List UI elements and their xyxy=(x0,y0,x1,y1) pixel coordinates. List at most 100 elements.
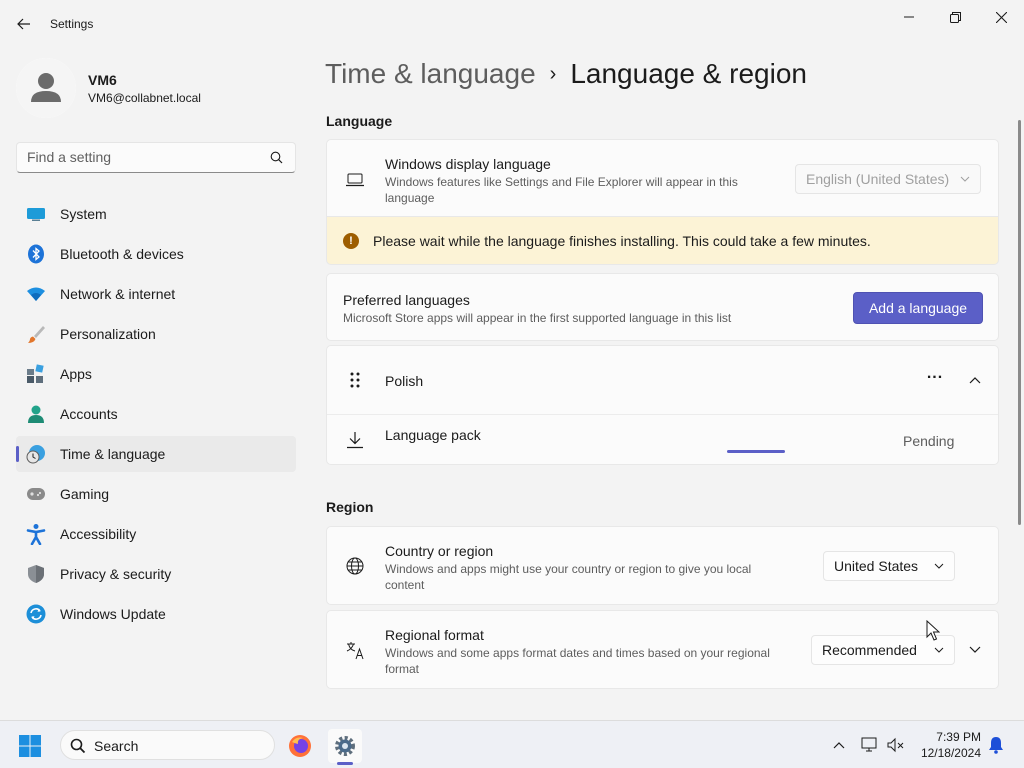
regional-format-desc-line1: Windows and some apps format dates and t… xyxy=(385,646,770,660)
minimize-button[interactable] xyxy=(886,4,932,30)
regional-format-icon xyxy=(345,640,365,660)
main-scrollbar[interactable] xyxy=(1018,120,1021,525)
wifi-icon xyxy=(26,284,46,304)
install-warning-text: Please wait while the language finishes … xyxy=(373,233,871,249)
avatar[interactable] xyxy=(16,58,76,118)
clock-time[interactable]: 7:39 PM xyxy=(936,730,981,744)
preferred-languages-title: Preferred languages xyxy=(343,292,470,308)
close-button[interactable] xyxy=(978,4,1024,30)
region-section-title: Region xyxy=(326,499,374,515)
sidebar-nav: System Bluetooth & devices Network & int… xyxy=(16,196,296,636)
apps-icon xyxy=(26,364,46,384)
chevron-up-icon[interactable] xyxy=(965,370,985,390)
firefox-icon xyxy=(289,735,311,757)
regional-format-desc-line2: format xyxy=(385,662,420,676)
brush-icon xyxy=(26,324,46,344)
update-icon xyxy=(26,604,46,624)
country-value: United States xyxy=(834,558,919,574)
settings-search[interactable] xyxy=(16,142,296,173)
country-desc-line2: content xyxy=(385,578,425,592)
gear-icon xyxy=(335,736,355,756)
sidebar-item-system[interactable]: System xyxy=(16,196,296,232)
drag-handle-icon[interactable] xyxy=(345,370,365,390)
volume-muted-icon[interactable] xyxy=(886,735,906,755)
page-title: Language & region xyxy=(570,58,807,89)
search-input[interactable] xyxy=(27,149,257,165)
regional-format-card: Regional format Windows and some apps fo… xyxy=(326,610,999,689)
firefox-taskbar-button[interactable] xyxy=(283,729,317,763)
accounts-icon xyxy=(26,404,46,424)
windows-start-icon[interactable] xyxy=(18,734,42,758)
title-bar: Settings xyxy=(0,0,1024,48)
sidebar-item-time-language[interactable]: Time & language xyxy=(16,436,296,472)
taskbar: Search 7:39 PM 12/18/2024 xyxy=(0,720,1024,768)
taskbar-search[interactable]: Search xyxy=(60,730,275,760)
settings-window: Settings VM6 VM6@collabnet.local System xyxy=(0,0,1024,720)
mouse-cursor-icon xyxy=(926,620,940,641)
breadcrumb: Time & language › Language & region xyxy=(325,58,807,90)
chevron-down-icon xyxy=(960,176,970,182)
sidebar-item-network[interactable]: Network & internet xyxy=(16,276,296,312)
close-icon xyxy=(995,11,1007,23)
display-language-desc-line1: Windows features like Settings and File … xyxy=(385,175,738,189)
sidebar-item-apps[interactable]: Apps xyxy=(16,356,296,392)
display-language-title: Windows display language xyxy=(385,156,551,172)
time-language-icon xyxy=(26,444,46,464)
language-section-title: Language xyxy=(326,113,393,129)
user-email: VM6@collabnet.local xyxy=(88,91,201,105)
display-language-card: Windows display language Windows feature… xyxy=(326,139,999,217)
country-title: Country or region xyxy=(385,543,494,559)
regional-format-value: Recommended xyxy=(822,642,917,658)
taskbar-search-label: Search xyxy=(94,738,139,754)
install-warning-bar: ! Please wait while the language finishe… xyxy=(326,217,999,265)
country-region-card: Country or region Windows and apps might… xyxy=(326,526,999,605)
country-desc-line1: Windows and apps might use your country … xyxy=(385,562,752,576)
network-icon[interactable] xyxy=(860,735,880,755)
arrow-left-icon xyxy=(17,18,30,30)
clock-date[interactable]: 12/18/2024 xyxy=(921,746,981,760)
sidebar-item-gaming[interactable]: Gaming xyxy=(16,476,296,512)
back-button[interactable] xyxy=(10,12,38,36)
globe-icon xyxy=(345,556,365,576)
expand-chevron-icon[interactable] xyxy=(965,640,985,660)
restore-icon xyxy=(949,11,961,23)
shield-icon xyxy=(26,564,46,584)
accessibility-icon xyxy=(26,524,46,545)
minimize-icon xyxy=(904,16,914,18)
bluetooth-icon xyxy=(26,244,46,264)
sidebar-item-accessibility[interactable]: Accessibility xyxy=(16,516,296,552)
laptop-icon xyxy=(345,170,365,190)
add-language-button[interactable]: Add a language xyxy=(853,292,983,324)
language-pack-progress-bar xyxy=(727,450,785,453)
sidebar-item-windows-update[interactable]: Windows Update xyxy=(16,596,296,632)
language-pack-status: Pending xyxy=(903,433,955,449)
app-title: Settings xyxy=(50,17,94,31)
search-icon xyxy=(270,151,283,164)
language-pack-label: Language pack xyxy=(385,427,481,443)
search-icon xyxy=(70,738,86,754)
system-icon xyxy=(26,204,46,224)
sidebar-item-accounts[interactable]: Accounts xyxy=(16,396,296,432)
sidebar-item-personalization[interactable]: Personalization xyxy=(16,316,296,352)
notification-bell-icon[interactable] xyxy=(986,735,1006,755)
chevron-up-icon[interactable] xyxy=(829,735,849,755)
settings-taskbar-button[interactable] xyxy=(328,729,362,765)
regional-format-title: Regional format xyxy=(385,627,484,643)
preferred-languages-desc: Microsoft Store apps will appear in the … xyxy=(343,311,732,325)
display-language-desc-line2: language xyxy=(385,191,435,205)
language-name: Polish xyxy=(385,373,424,389)
chevron-down-icon xyxy=(934,647,944,653)
country-dropdown[interactable]: United States xyxy=(823,551,955,581)
breadcrumb-parent[interactable]: Time & language xyxy=(325,58,536,90)
sidebar-item-bluetooth[interactable]: Bluetooth & devices xyxy=(16,236,296,272)
download-icon xyxy=(345,430,365,450)
gamepad-icon xyxy=(26,484,46,504)
row-divider xyxy=(327,414,998,415)
chevron-down-icon xyxy=(934,563,944,569)
warning-icon: ! xyxy=(343,233,359,249)
restore-button[interactable] xyxy=(932,4,978,30)
more-options-icon[interactable]: ... xyxy=(925,364,945,384)
breadcrumb-separator: › xyxy=(549,62,557,85)
sidebar-item-privacy[interactable]: Privacy & security xyxy=(16,556,296,592)
display-language-dropdown[interactable]: English (United States) xyxy=(795,164,981,194)
